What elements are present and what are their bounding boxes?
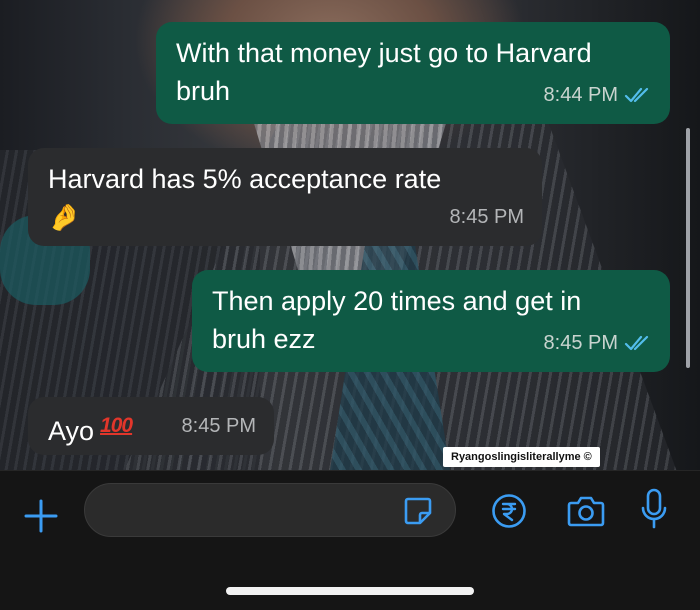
message-time: 8:45 PM — [543, 332, 618, 354]
message-meta: 8:45 PM — [544, 324, 652, 362]
message-bubble-outgoing[interactable]: With that money just go to Harvard bruh … — [156, 22, 670, 124]
home-indicator[interactable] — [226, 587, 474, 595]
hundred-points-icon: 100 — [100, 414, 133, 437]
message-time: 8:45 PM — [449, 206, 524, 228]
pinched-fingers-icon: 🤌 — [48, 202, 81, 232]
chat-scrollbar[interactable] — [686, 128, 690, 368]
read-ticks-icon — [624, 86, 652, 104]
camera-icon[interactable] — [566, 493, 606, 529]
message-text: Harvard has 5% acceptance rate — [48, 164, 442, 194]
sticker-icon[interactable] — [402, 495, 434, 527]
message-input[interactable] — [84, 483, 456, 537]
message-bubble-incoming[interactable]: Harvard has 5% acceptance rate 🤌 8:45 PM — [28, 148, 542, 246]
message-time: 8:45 PM — [181, 415, 256, 437]
message-meta: 8:45 PM — [182, 407, 256, 445]
message-meta: 8:44 PM — [544, 76, 652, 114]
message-bubble-outgoing[interactable]: Then apply 20 times and get in bruh ezz … — [192, 270, 670, 372]
watermark: Ryangoslingisliterallyme © — [443, 447, 600, 467]
plus-icon[interactable] — [22, 497, 60, 535]
message-bubble-incoming[interactable]: Ayo 100 8:45 PM — [28, 397, 274, 455]
message-text: Ayo — [48, 415, 95, 446]
message-meta: 8:45 PM — [450, 198, 524, 236]
chat-screen: With that money just go to Harvard bruh … — [0, 0, 700, 610]
read-ticks-icon — [624, 334, 652, 352]
rupee-icon[interactable] — [491, 493, 527, 529]
message-time: 8:44 PM — [543, 84, 618, 106]
composer-bar — [0, 470, 700, 610]
mic-icon[interactable] — [640, 487, 668, 531]
